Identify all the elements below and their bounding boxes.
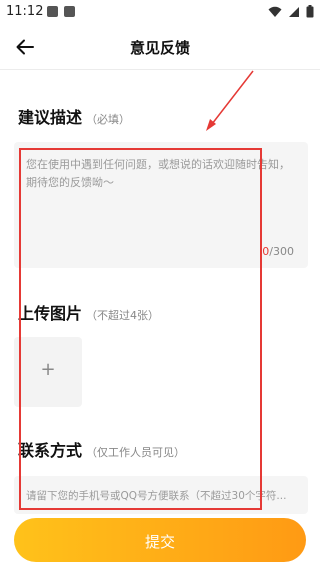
signal-icon: [289, 6, 299, 17]
counter-total: /300: [269, 245, 294, 258]
submit-label: 提交: [144, 533, 175, 551]
app-bar: 意见反馈: [0, 24, 320, 70]
character-counter: 0/300: [262, 245, 294, 258]
status-time: 11:12: [6, 4, 44, 19]
status-notification-icons: [47, 6, 75, 17]
wifi-icon: [268, 6, 282, 17]
description-title: 建议描述: [18, 108, 83, 127]
submit-button[interactable]: 提交: [14, 518, 306, 562]
page-title: 意见反馈: [129, 39, 190, 57]
description-hint: （必填）: [86, 113, 131, 126]
status-bar: 11:12: [0, 0, 320, 24]
status-system-icons: [268, 5, 314, 18]
description-section-title: 建议描述 （必填）: [18, 104, 130, 128]
battery-icon: [306, 5, 314, 18]
app-notification-icon: [64, 6, 75, 17]
annotation-highlight-box: [19, 148, 262, 510]
image-notification-icon: [47, 6, 58, 17]
